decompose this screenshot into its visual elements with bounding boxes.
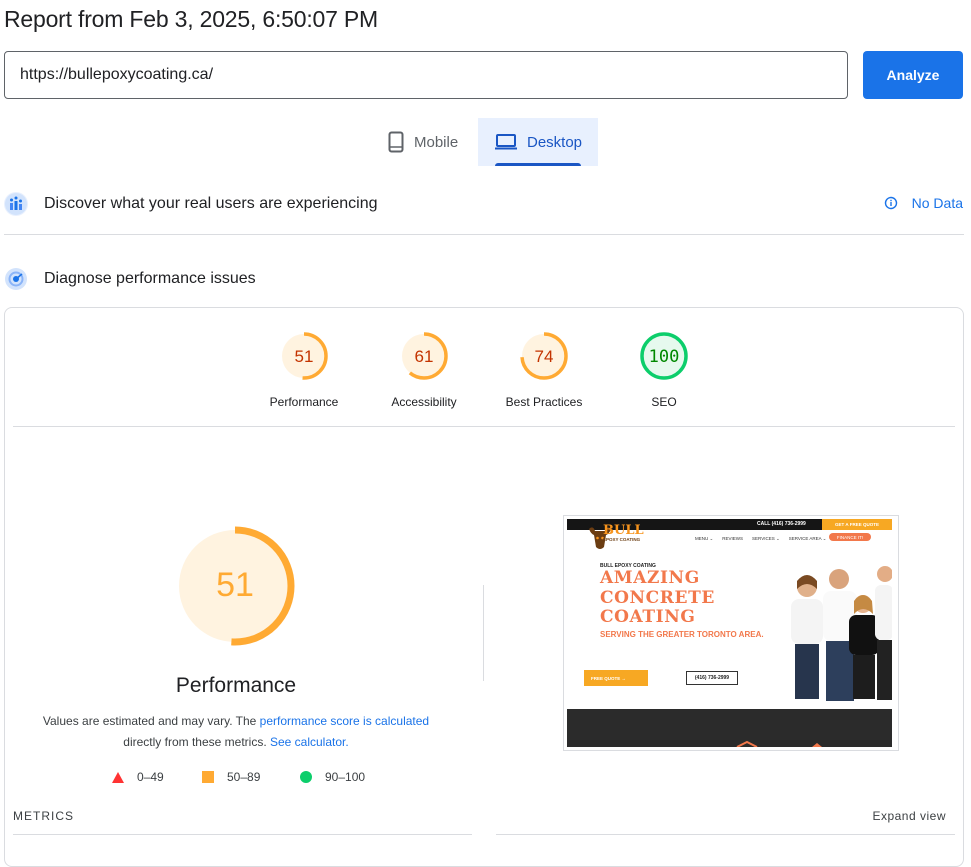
performance-gauge-large: 51 — [174, 525, 296, 652]
score-value: 61 — [415, 347, 434, 366]
legend-pass-label: 90–100 — [325, 770, 366, 784]
lab-data-header: Diagnose performance issues — [4, 267, 256, 291]
score-gauge-ring: 100 — [640, 332, 688, 380]
performance-note: Values are estimated and may vary. The p… — [20, 711, 452, 753]
tab-desktop-label: Desktop — [527, 133, 583, 151]
metrics-divider-left — [13, 834, 472, 835]
smartphone-icon — [388, 131, 404, 153]
see-calculator-link[interactable]: See calculator. — [270, 735, 349, 749]
site-logo-text: BULL — [603, 523, 644, 538]
expand-view-button[interactable]: Expand view — [872, 809, 946, 823]
score-label: Performance — [269, 395, 339, 409]
report-title: Report from Feb 3, 2025, 6:50:07 PM — [4, 6, 378, 32]
site-headline-line: CONCRETE — [600, 587, 715, 608]
site-headline: AMAZING CONCRETE COATING — [600, 568, 715, 628]
url-input[interactable]: https://bullepoxycoating.ca/ — [4, 51, 848, 99]
tab-selected-indicator — [495, 163, 581, 166]
tab-desktop[interactable]: Desktop — [478, 118, 598, 166]
score-label: Best Practices — [505, 395, 583, 409]
site-nav-item: SERVICES ⌄ — [752, 536, 780, 541]
legend-average: 50–89 — [202, 770, 260, 784]
laptop-icon — [495, 134, 517, 150]
metrics-heading: METRICS — [13, 809, 74, 823]
crux-icon — [4, 192, 28, 216]
performance-score-large: 51 — [216, 566, 254, 604]
no-data-label: No Data — [911, 195, 963, 211]
field-data-header: Discover what your real users are experi… — [4, 192, 377, 216]
screenshot-canvas: CALL (416) 736-2999 GET A FREE QUOTE BUL… — [567, 519, 892, 747]
score-value: 100 — [649, 347, 680, 367]
site-finance-button: FINANCE IT! — [829, 533, 871, 541]
site-phone-box: (416) 736-2999 — [686, 671, 738, 685]
team-photo — [791, 566, 892, 701]
tab-mobile[interactable]: Mobile — [378, 118, 478, 166]
legend-fail: 0–49 — [112, 770, 164, 784]
analyze-button[interactable]: Analyze — [863, 51, 963, 99]
score-gauge-best-practices[interactable]: 74 Best Practices — [484, 331, 604, 409]
score-gauge-ring: 74 — [520, 332, 568, 380]
info-icon — [884, 196, 897, 210]
score-label: Accessibility — [391, 395, 457, 409]
legend-fail-label: 0–49 — [137, 770, 164, 784]
section-divider — [4, 234, 964, 235]
site-nav-item: SERVICE AREA ⌄ — [788, 536, 827, 541]
site-nav-item: REVIEWS — [722, 536, 744, 541]
score-calculated-link[interactable]: performance score is calculated — [260, 714, 429, 728]
tab-mobile-label: Mobile — [414, 133, 459, 151]
score-gauge-performance[interactable]: 51 Performance — [244, 331, 364, 409]
note-prefix: Values are estimated and may vary. The — [42, 714, 260, 728]
note-middle: directly from these metrics. — [123, 735, 270, 749]
legend-average-label: 50–89 — [227, 770, 261, 784]
decorative-shapes-icon — [736, 740, 822, 747]
performance-title: Performance — [175, 674, 297, 697]
site-headline-line: AMAZING — [600, 568, 700, 588]
legend-pass: 90–100 — [300, 770, 365, 784]
triangle-icon — [112, 771, 124, 783]
score-gauge-seo[interactable]: 100 SEO — [604, 331, 724, 409]
final-screenshot[interactable]: CALL (416) 736-2999 GET A FREE QUOTE BUL… — [563, 515, 899, 751]
site-logo-sub: EPOXY COATING — [603, 537, 641, 542]
site-phone-top: CALL (416) 736-2999 — [757, 521, 806, 527]
site-headline-line: COATING — [600, 607, 696, 627]
vertical-separator — [483, 585, 484, 681]
field-data-title: Discover what your real users are experi… — [44, 195, 378, 212]
site-nav: MENU ⌄ REVIEWS SERVICES ⌄ SERVICE AREA ⌄ — [695, 536, 826, 542]
site-subheadline: SERVING THE GREATER TORONTO AREA. — [600, 630, 764, 639]
site-quote-top: GET A FREE QUOTE — [822, 519, 892, 530]
score-value: 74 — [535, 347, 554, 366]
score-gauge-accessibility[interactable]: 61 Accessibility — [364, 331, 484, 409]
site-dark-section — [567, 709, 892, 747]
score-label: SEO — [651, 395, 677, 409]
site-nav-item: MENU ⌄ — [695, 536, 714, 541]
score-gauge-ring: 61 — [400, 332, 448, 380]
no-data-status[interactable]: No Data — [884, 195, 963, 211]
gauges-divider — [13, 426, 955, 427]
lab-data-title: Diagnose performance issues — [44, 270, 256, 287]
circle-icon — [300, 771, 312, 783]
score-value: 51 — [295, 347, 314, 366]
lighthouse-icon — [4, 267, 28, 291]
metrics-divider-right — [496, 834, 955, 835]
square-icon — [202, 771, 214, 783]
site-free-quote-button: FREE QUOTE → — [584, 670, 648, 686]
score-gauge-ring: 51 — [280, 332, 328, 380]
